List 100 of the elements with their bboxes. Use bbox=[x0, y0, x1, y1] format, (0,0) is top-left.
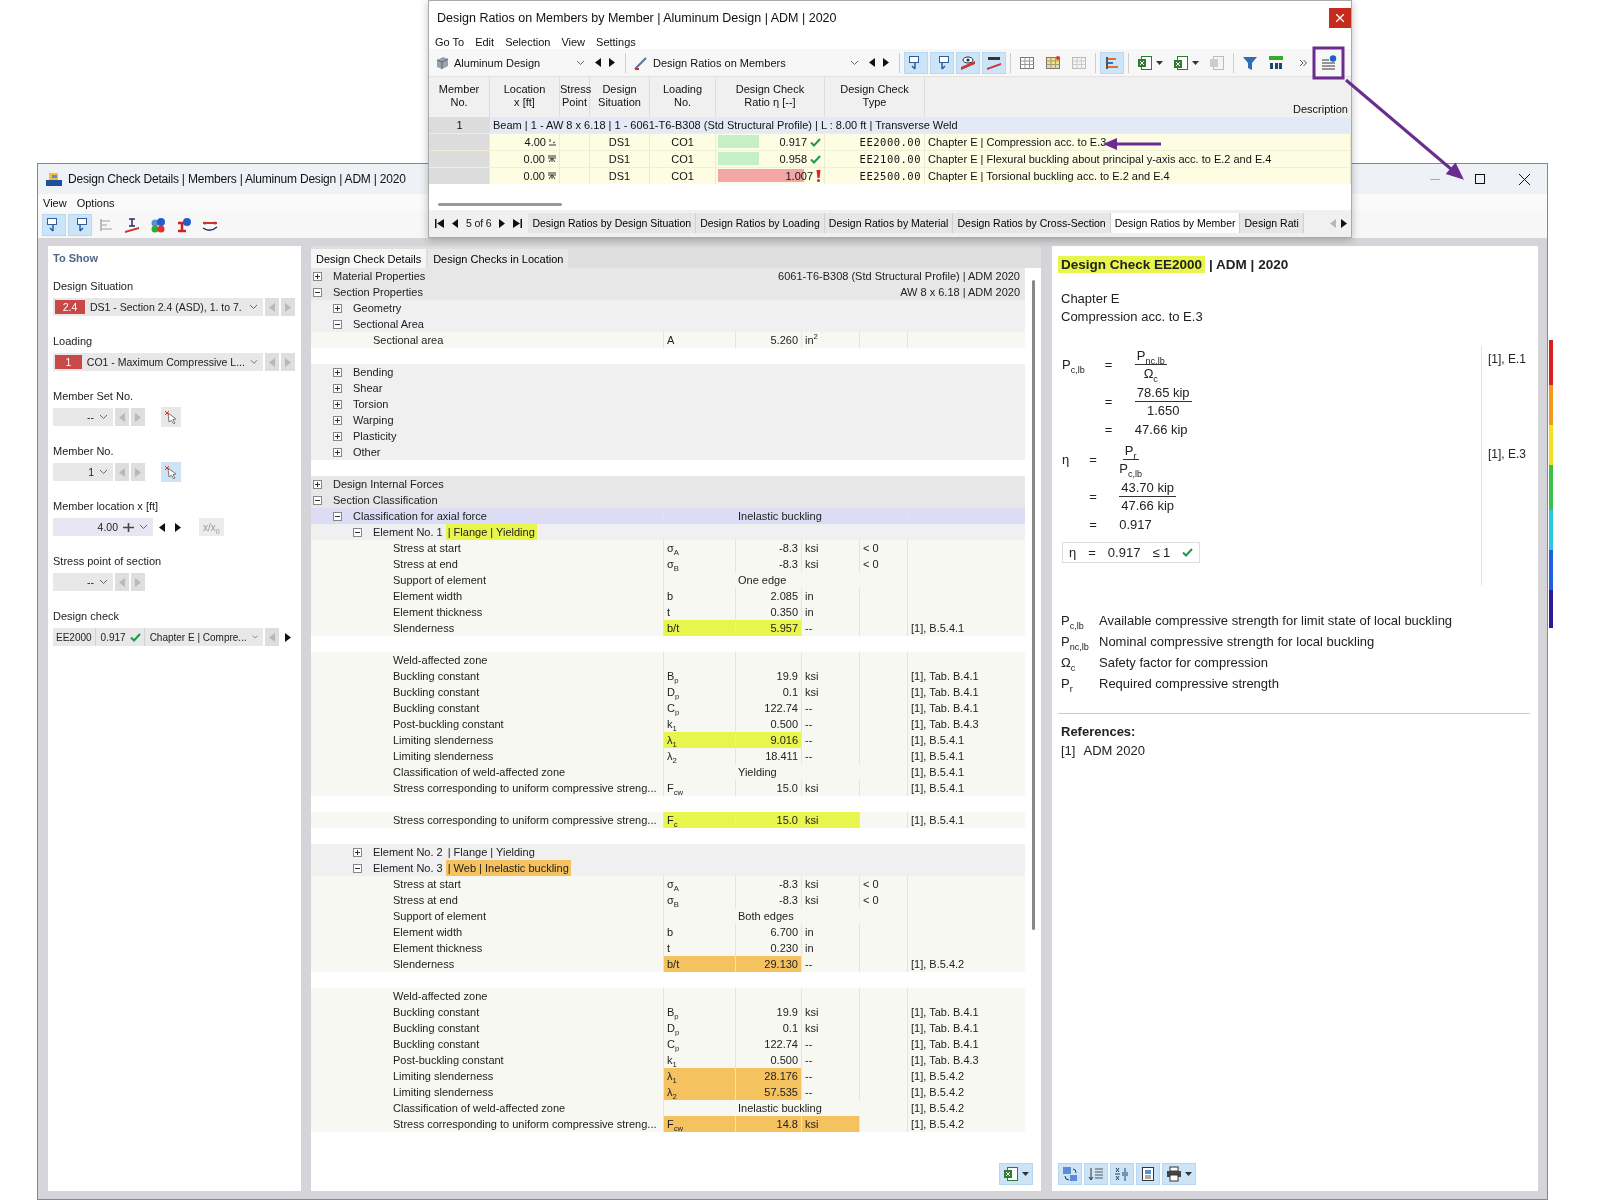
tree-row[interactable]: Limiting slenderness λ$_{2}$ 57.535 -- [1], B.5.4.2 bbox=[311, 1084, 1025, 1100]
tree-row[interactable]: Classification of weld-affected zone Yielding [1], B.5.4.1 bbox=[311, 764, 1025, 780]
tree-row[interactable]: Geometry bbox=[311, 300, 1025, 316]
dropdown[interactable]: 2.4 DS1 - Section 2.4 (ASD), 1. to 7. bbox=[53, 298, 263, 316]
tab[interactable]: Design Ratios by Design Situation bbox=[528, 213, 697, 234]
tree-row[interactable]: Limiting slenderness λ$_{2}$ 18.411 -- [1], B.5.4.1 bbox=[311, 748, 1025, 764]
tree-row[interactable]: Element width b 6.700 in bbox=[311, 924, 1025, 940]
last-page-icon[interactable] bbox=[513, 218, 523, 228]
tree-row[interactable]: Buckling constant D$_{p}$ 0.1 ksi [1], Tab. B.4.1 bbox=[311, 684, 1025, 700]
toolbar-button[interactable] bbox=[1162, 1163, 1196, 1185]
menu-item[interactable]: Edit bbox=[475, 35, 495, 48]
tree-row[interactable]: Limiting slenderness λ$_{1}$ 9.016 -- [1], B.5.4.1 bbox=[311, 732, 1025, 748]
tree-row[interactable]: Post-buckling constant k$_{1}$ 0.500 -- [1], Tab. B.4.3 bbox=[311, 716, 1025, 732]
expand-toggle[interactable] bbox=[333, 447, 342, 457]
collapse-toggle[interactable] bbox=[333, 511, 342, 521]
tree-row[interactable]: Element thickness t 0.230 in bbox=[311, 940, 1025, 956]
tree-row[interactable]: Other bbox=[311, 444, 1025, 460]
toolbar-button[interactable] bbox=[1136, 1163, 1160, 1185]
tree-row[interactable]: Element No. 2 | Flange | Yielding bbox=[311, 844, 1025, 860]
tree-row[interactable]: Slenderness b/t 29.130 -- [1], B.5.4.2 bbox=[311, 956, 1025, 972]
menu-item[interactable]: Options bbox=[76, 196, 115, 209]
menu-item[interactable]: View bbox=[561, 35, 586, 48]
tab[interactable]: Design Ratios by Member bbox=[1110, 213, 1241, 234]
expand-toggle[interactable] bbox=[333, 415, 342, 425]
dropdown[interactable]: -- bbox=[53, 408, 113, 426]
tree-row[interactable]: Buckling constant B$_{p}$ 19.9 ksi [1], Tab. B.4.1 bbox=[311, 1004, 1025, 1020]
tree-row[interactable]: Warping bbox=[311, 412, 1025, 428]
tree-row[interactable]: Classification for axial force Inelastic buckling bbox=[311, 508, 1025, 524]
tree-row[interactable]: Element No. 3 | Web | Inelastic buckling bbox=[311, 860, 1025, 876]
menu-item[interactable]: View bbox=[43, 196, 67, 209]
tree-row[interactable]: Plasticity bbox=[311, 428, 1025, 444]
collapse-toggle[interactable] bbox=[333, 319, 342, 329]
tree-row[interactable]: Buckling constant B$_{p}$ 19.9 ksi [1], Tab. B.4.1 bbox=[311, 668, 1025, 684]
tree-row[interactable]: Stress at end σ$_{B}$ -8.3 ksi < 0 bbox=[311, 892, 1025, 908]
tab[interactable]: Design Ratios by Material bbox=[824, 213, 954, 234]
tree-row[interactable]: Limiting slenderness λ$_{1}$ 28.176 -- [1], B.5.4.2 bbox=[311, 1068, 1025, 1084]
tree-row[interactable]: Weld-affected zone bbox=[311, 652, 1025, 668]
expand-toggle[interactable] bbox=[353, 847, 362, 857]
expand-toggle[interactable] bbox=[333, 399, 342, 409]
row-header-cell[interactable] bbox=[429, 134, 490, 151]
expand-toggle[interactable] bbox=[313, 271, 322, 281]
tree-row[interactable]: Stress corresponding to uniform compressive streng... F$_{c}$ 15.0 ksi [1], B.5.4.1 bbox=[311, 812, 1025, 828]
tree-row[interactable]: Support of element One edge bbox=[311, 572, 1025, 588]
toolbar-button[interactable] bbox=[956, 51, 980, 74]
row-header-cell[interactable] bbox=[429, 151, 490, 168]
close-button[interactable] bbox=[1329, 8, 1351, 28]
expand-toggle[interactable] bbox=[333, 431, 342, 441]
dropdown[interactable]: -- bbox=[53, 573, 113, 591]
toolbar-button[interactable] bbox=[1110, 1163, 1134, 1185]
toolbar-button[interactable] bbox=[904, 51, 928, 74]
tree-row[interactable]: Buckling constant D$_{p}$ 0.1 ksi [1], Tab. B.4.1 bbox=[311, 1020, 1025, 1036]
scrollbar-thumb[interactable] bbox=[1031, 280, 1035, 930]
pick-button[interactable] bbox=[161, 407, 181, 427]
toolbar-button[interactable] bbox=[68, 213, 92, 236]
menu-item[interactable]: Selection bbox=[505, 35, 551, 48]
row-header-cell[interactable] bbox=[429, 168, 490, 185]
tree-row[interactable]: Stress corresponding to uniform compressive streng... F$_{cw}$ 15.0 ksi [1], B.5.4.1 bbox=[311, 780, 1025, 796]
tree-row[interactable]: Torsion bbox=[311, 396, 1025, 412]
pick-button[interactable] bbox=[161, 462, 181, 482]
menu-item[interactable]: Go To bbox=[435, 35, 465, 48]
tree-row[interactable]: Shear bbox=[311, 380, 1025, 396]
collapse-toggle[interactable] bbox=[353, 527, 362, 537]
tab[interactable]: Design Rati bbox=[1240, 213, 1304, 234]
tree-row[interactable]: Weld-affected zone bbox=[311, 988, 1025, 1004]
tab[interactable]: Design Ratios by Loading bbox=[696, 213, 825, 234]
tree-row[interactable]: Stress at start σ$_{A}$ -8.3 ksi < 0 bbox=[311, 876, 1025, 892]
first-page-icon[interactable] bbox=[435, 218, 444, 228]
tree-row[interactable]: Material Properties 6061-T6-B308 (Std Structural Profile) | ADM 2020 bbox=[311, 268, 1025, 284]
tree-row[interactable]: Stress at end σ$_{B}$ -8.3 ksi < 0 bbox=[311, 556, 1025, 572]
tab[interactable]: Design Checks in Location bbox=[428, 249, 569, 268]
tree-row[interactable]: Bending bbox=[311, 364, 1025, 380]
collapse-toggle[interactable] bbox=[313, 495, 322, 505]
tree-row[interactable]: Post-buckling constant k$_{1}$ 0.500 -- [1], Tab. B.4.3 bbox=[311, 1052, 1025, 1068]
collapse-toggle[interactable] bbox=[313, 287, 322, 297]
tab[interactable]: Design Ratios by Cross-Section bbox=[953, 213, 1111, 234]
tab[interactable]: Design Check Details bbox=[311, 249, 427, 268]
tree-row[interactable]: Section Properties AW 8 x 6.18 | ADM 2020 bbox=[311, 284, 1025, 300]
tree-row[interactable]: Section Classification bbox=[311, 492, 1025, 508]
tree-row[interactable]: Element thickness t 0.350 in bbox=[311, 604, 1025, 620]
toolbar-button[interactable] bbox=[930, 51, 954, 74]
tree-row[interactable]: Buckling constant C$_{p}$ 122.74 -- [1], Tab. B.4.1 bbox=[311, 1036, 1025, 1052]
tree-row[interactable]: Sectional area A 5.260 in$^{2}$ bbox=[311, 332, 1025, 348]
dropdown[interactable]: 1 CO1 - Maximum Compressive L... bbox=[53, 353, 263, 371]
tree-row[interactable]: Support of element Both edges bbox=[311, 908, 1025, 924]
expand-toggle[interactable] bbox=[333, 303, 342, 313]
expand-toggle[interactable] bbox=[313, 479, 322, 489]
expand-toggle[interactable] bbox=[333, 383, 342, 393]
toolbar-button[interactable] bbox=[42, 213, 66, 236]
module-dropdown[interactable]: Aluminum Design bbox=[431, 52, 589, 73]
collapse-toggle[interactable] bbox=[353, 863, 362, 873]
tree-row[interactable]: Sectional Area bbox=[311, 316, 1025, 332]
tree-row[interactable]: Element width b 2.085 in bbox=[311, 588, 1025, 604]
tree-row[interactable]: Stress at start σ$_{A}$ -8.3 ksi < 0 bbox=[311, 540, 1025, 556]
result-dropdown[interactable]: Design Ratios on Members bbox=[630, 52, 863, 73]
tree-row[interactable]: Buckling constant C$_{p}$ 122.74 -- [1], Tab. B.4.1 bbox=[311, 700, 1025, 716]
tree-row[interactable]: Stress corresponding to uniform compressive streng... F$_{cw}$ 14.8 ksi [1], B.5.4.2 bbox=[311, 1116, 1025, 1132]
toolbar-button[interactable] bbox=[1100, 51, 1124, 74]
tree-row[interactable]: Design Internal Forces bbox=[311, 476, 1025, 492]
menu-item[interactable]: Settings bbox=[596, 35, 636, 48]
expand-toggle[interactable] bbox=[333, 367, 342, 377]
